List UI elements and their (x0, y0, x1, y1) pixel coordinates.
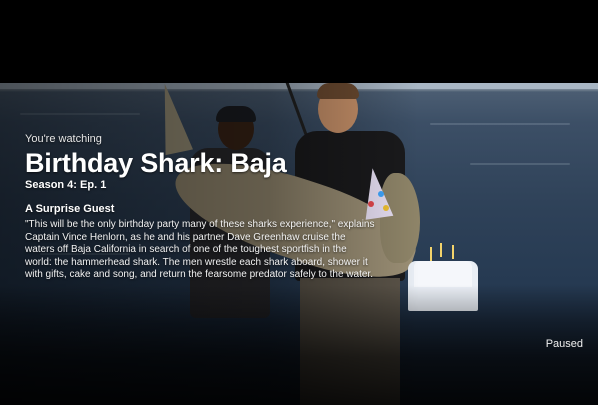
episode-title: A Surprise Guest (25, 203, 115, 215)
bottom-gradient (0, 285, 598, 405)
letterbox-top (0, 0, 598, 83)
episode-info-panel: You're watching Birthday Shark: Baja Sea… (25, 133, 385, 282)
playback-status: Paused (545, 338, 583, 350)
episode-synopsis: "This will be the only birthday party ma… (25, 219, 375, 280)
watching-label: You're watching (25, 133, 102, 145)
show-title: Birthday Shark: Baja (25, 148, 287, 178)
episode-number: Season 4: Ep. 1 (25, 179, 107, 191)
